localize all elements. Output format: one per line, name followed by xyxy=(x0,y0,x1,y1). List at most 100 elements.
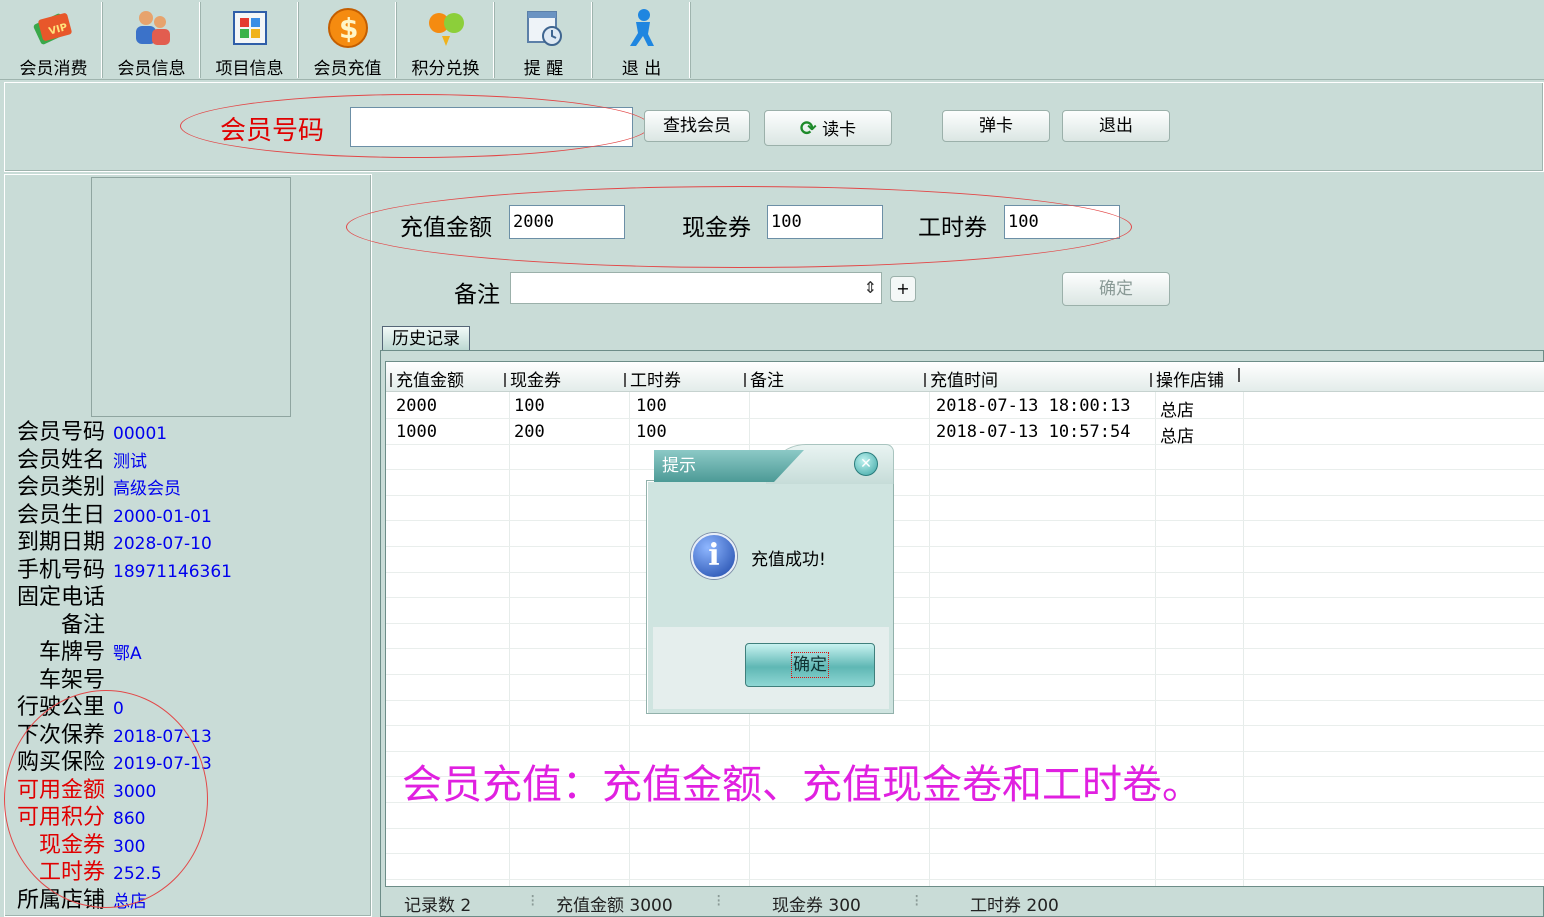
main-toolbar: VIP 会员消费 会员信息 项目信息 $ 会员充值 积分兑换 提 醒 退 出 xyxy=(0,0,1544,80)
row-line xyxy=(386,546,1544,547)
status-separator: ⁝ xyxy=(716,891,722,911)
column-header-amount[interactable]: 充值金额 xyxy=(390,366,464,391)
row-line xyxy=(386,622,1544,624)
column-divider xyxy=(1155,392,1156,886)
member-info-row: 备注 xyxy=(10,607,360,638)
member-number-input[interactable] xyxy=(350,107,633,147)
chevron-updown-icon: ⇕ xyxy=(863,278,877,297)
table-cell[interactable]: 100 xyxy=(636,422,667,442)
member-info-row: 工时券 252.5 xyxy=(10,854,360,885)
table-cell[interactable]: 2000 xyxy=(396,396,437,416)
member-info-row: 可用金额 3000 xyxy=(10,772,360,803)
row-line xyxy=(386,699,1544,701)
note-dropdown[interactable]: ⇕ xyxy=(510,272,882,304)
toolbar-label: 会员充值 xyxy=(313,59,382,79)
toolbar-exit-button[interactable]: 退 出 xyxy=(594,2,690,79)
status-amount-total: 充值金额 3000 xyxy=(556,896,673,916)
vip-card-icon: VIP xyxy=(33,13,72,45)
toolbar-project-info-button[interactable]: 项目信息 xyxy=(202,2,298,79)
toolbar-points-exchange-button[interactable]: 积分兑换 xyxy=(398,2,494,79)
note-label: 备注 xyxy=(454,282,500,308)
column-header-end xyxy=(1238,366,1244,386)
cash-coupon-label: 现金券 xyxy=(682,215,751,241)
exit-person-icon xyxy=(629,9,654,46)
column-divider xyxy=(929,392,930,886)
toolbar-reminder-button[interactable]: 提 醒 xyxy=(496,2,592,79)
history-table-header: 充值金额 现金券 工时券 备注 充值时间 操作店铺 xyxy=(386,362,1544,392)
table-cell[interactable]: 总店 xyxy=(1160,422,1194,447)
eject-card-button[interactable]: 弹卡 xyxy=(942,110,1050,142)
status-separator: ⁝ xyxy=(530,891,536,911)
recharge-amount-input[interactable]: 2000 xyxy=(509,205,625,239)
close-icon[interactable]: ✕ xyxy=(854,452,878,476)
status-labor-total: 工时券 200 xyxy=(970,896,1059,916)
member-info-row: 可用积分 860 xyxy=(10,799,360,830)
row-line xyxy=(386,520,1544,522)
member-info-row: 会员姓名 测试 xyxy=(10,442,360,473)
row-line xyxy=(386,469,1544,471)
dialog-ok-button[interactable]: 确定 xyxy=(745,643,875,687)
member-info-row: 手机号码 18971146361 xyxy=(10,552,360,583)
column-header-labor[interactable]: 工时券 xyxy=(624,366,681,391)
find-member-button[interactable]: 查找会员 xyxy=(644,110,750,142)
row-line xyxy=(386,418,1544,419)
row-line xyxy=(386,853,1544,855)
cash-coupon-input[interactable]: 100 xyxy=(767,205,883,239)
column-divider xyxy=(629,392,630,886)
member-field-value: 总店 xyxy=(113,891,147,912)
member-info-row: 购买保险 2019-07-13 xyxy=(10,744,360,775)
column-divider xyxy=(509,392,510,886)
member-info-row: 行驶公里 0 xyxy=(10,689,360,720)
row-line xyxy=(386,725,1544,727)
column-header-cash[interactable]: 现金券 xyxy=(504,366,561,391)
toolbar-label: 退 出 xyxy=(621,59,662,79)
refresh-icon: ⟳ xyxy=(799,116,817,140)
history-status-bar: 记录数 2 ⁝ 充值金额 3000 ⁝ 现金券 300 ⁝ 工时券 200 xyxy=(380,884,1544,917)
exchange-icon xyxy=(428,13,464,46)
dialog-ok-label: 确定 xyxy=(791,652,829,678)
row-line xyxy=(386,494,1544,496)
tab-history[interactable]: 历史记录 xyxy=(382,326,470,352)
column-header-note[interactable]: 备注 xyxy=(744,366,784,391)
member-info-row: 下次保养 2018-07-13 xyxy=(10,717,360,748)
table-cell[interactable]: 2018-07-13 18:00:13 xyxy=(936,396,1130,416)
table-cell[interactable]: 1000 xyxy=(396,422,437,442)
toolbar-member-info-button[interactable]: 会员信息 xyxy=(104,2,200,79)
table-cell[interactable]: 总店 xyxy=(1160,396,1194,421)
member-info-row: 现金券 300 xyxy=(10,827,360,858)
member-info-row: 车架号 xyxy=(10,662,360,693)
member-info-row: 所属店铺 总店 xyxy=(10,882,360,913)
dialog-message: 充值成功! xyxy=(751,550,826,570)
column-header-time[interactable]: 充值时间 xyxy=(924,366,998,391)
toolbar-label: 项目信息 xyxy=(215,59,284,79)
dialog-footer: 确定 xyxy=(653,627,889,709)
status-record-count: 记录数 2 xyxy=(404,896,472,916)
member-info-row: 到期日期 2028-07-10 xyxy=(10,524,360,555)
success-dialog: i 充值成功! 确定 提示 ✕ xyxy=(646,444,894,714)
row-line xyxy=(386,674,1544,675)
table-cell[interactable]: 2018-07-13 10:57:54 xyxy=(936,422,1130,442)
dialog-body: i 充值成功! 确定 xyxy=(646,480,894,714)
row-line xyxy=(386,571,1544,573)
member-photo xyxy=(91,177,291,417)
toolbar-label: 会员信息 xyxy=(117,59,186,79)
labor-coupon-input[interactable]: 100 xyxy=(1004,205,1120,239)
toolbar-recharge-button[interactable]: $ 会员充值 xyxy=(300,2,396,79)
labor-coupon-label: 工时券 xyxy=(918,215,987,241)
status-separator: ⁝ xyxy=(914,891,920,911)
column-header-store[interactable]: 操作店铺 xyxy=(1150,366,1224,391)
read-card-button[interactable]: ⟳ 读卡 xyxy=(764,110,892,146)
toolbar-label: 提 醒 xyxy=(523,59,564,79)
recharge-confirm-button[interactable]: 确定 xyxy=(1062,272,1170,306)
member-info-row: 固定电话 xyxy=(10,579,360,610)
exit-search-button[interactable]: 退出 xyxy=(1062,110,1170,142)
add-note-button[interactable]: + xyxy=(890,276,916,302)
table-cell[interactable]: 200 xyxy=(514,422,545,442)
table-cell[interactable]: 100 xyxy=(636,396,667,416)
member-field-label: 所属店铺 xyxy=(16,887,105,913)
member-info-row: 车牌号 鄂A xyxy=(10,634,360,665)
member-info-row: 会员号码 00001 xyxy=(10,414,360,445)
recharge-amount-label: 充值金额 xyxy=(400,215,492,241)
table-cell[interactable]: 100 xyxy=(514,396,545,416)
toolbar-member-consume-button[interactable]: VIP 会员消费 xyxy=(6,2,102,79)
